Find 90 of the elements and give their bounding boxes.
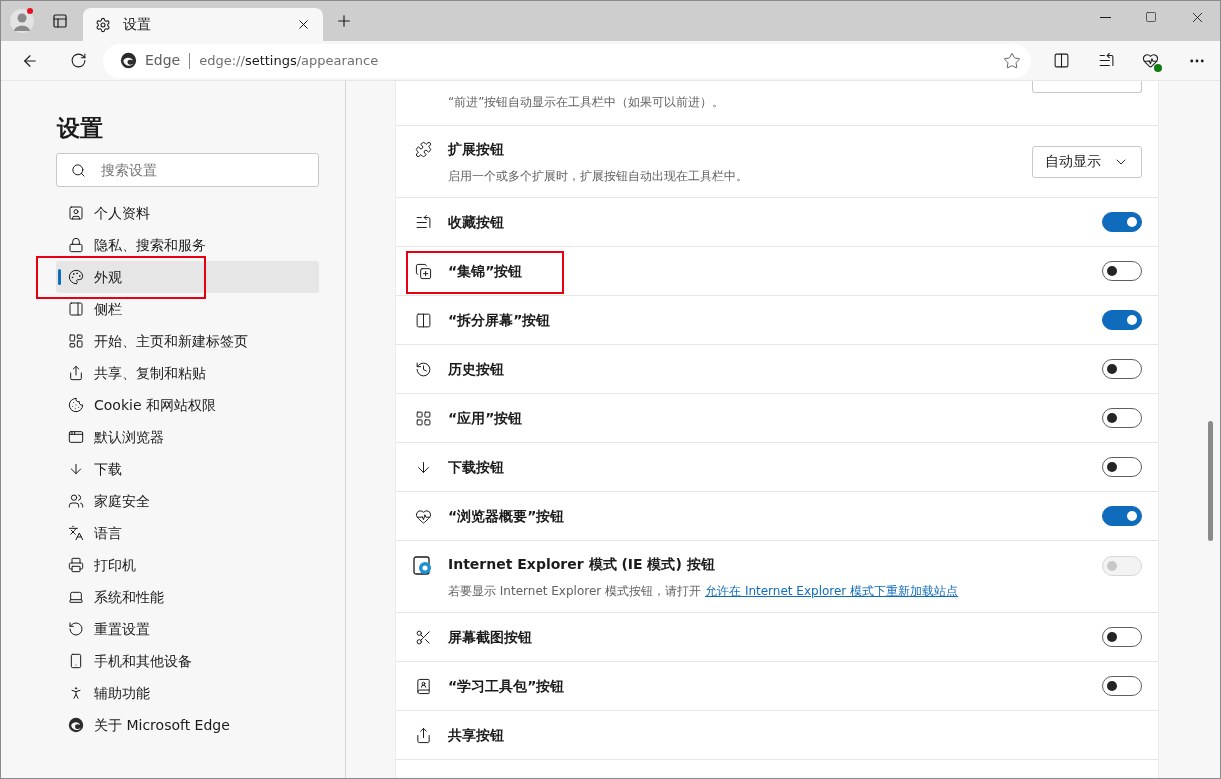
scrollbar-thumb[interactable] <box>1207 421 1213 541</box>
screenshot-icon <box>414 628 432 646</box>
lock-icon <box>68 237 84 253</box>
toggle-switch[interactable] <box>1102 676 1142 696</box>
book-icon <box>414 677 432 695</box>
sidebar-panel-icon <box>68 301 84 317</box>
heart-check-icon[interactable] <box>1142 51 1161 70</box>
split-screen-icon[interactable] <box>1052 52 1070 69</box>
toggle-switch[interactable] <box>1102 627 1142 647</box>
share-icon <box>414 726 432 744</box>
accessibility-icon <box>68 685 84 701</box>
setting-title: “拆分屏幕”按钮 <box>448 310 552 330</box>
browser-logo-icon <box>413 556 433 576</box>
sidebar-item[interactable]: Cookie 和网站权限 <box>56 389 319 421</box>
tab-title: 设置 <box>123 15 152 34</box>
favorite-star-icon[interactable] <box>1003 51 1021 70</box>
toggle-switch[interactable] <box>1102 506 1142 526</box>
sidebar-item[interactable]: 隐私、搜索和服务 <box>56 229 319 261</box>
setting-title: 屏幕截图按钮 <box>448 627 533 647</box>
sidebar-item[interactable]: 重置设置 <box>56 613 319 645</box>
toggle-switch[interactable] <box>1102 212 1142 232</box>
share-icon <box>68 365 84 381</box>
split-screen-icon <box>414 311 432 329</box>
setting-description: 启用一个或多个扩展时，扩展按钮自动出现在工具栏中。 <box>448 167 749 185</box>
reset-icon <box>68 621 84 637</box>
download-icon <box>68 461 84 477</box>
setting-title: “应用”按钮 <box>448 408 524 428</box>
heart-pulse-icon <box>414 507 432 525</box>
phone-icon <box>68 653 84 669</box>
setting-description: “前进”按钮自动显示在工具栏中（如果可以前进）。 <box>448 94 726 111</box>
apps-grid-icon <box>414 409 432 427</box>
sidebar-item[interactable]: 侧栏 <box>56 293 319 325</box>
refresh-icon[interactable] <box>70 52 88 69</box>
cookie-icon <box>68 397 84 413</box>
sidebar-item[interactable]: 个人资料 <box>56 197 319 229</box>
toggle-switch[interactable] <box>1102 261 1142 281</box>
setting-description: 若要显示 Internet Explorer 模式按钮，请打开 允许在 Internet Explorer 模式下重新加载站点 <box>448 582 960 600</box>
sidebar-item[interactable]: 开始、主页和新建标签页 <box>56 325 319 357</box>
site-label: Edge <box>145 51 181 70</box>
sidebar-item[interactable]: 辅助功能 <box>56 677 319 709</box>
sidebar-item[interactable]: 家庭安全 <box>56 485 319 517</box>
setting-title: “浏览器概要”按钮 <box>448 506 566 526</box>
palette-icon <box>68 269 84 285</box>
address-bar[interactable]: Edge edge://settings/appearance <box>103 43 1031 78</box>
browser-tab[interactable]: 设置 <box>83 8 323 41</box>
setting-title: 收藏按钮 <box>448 212 505 232</box>
toggle-switch[interactable] <box>1102 359 1142 379</box>
history-icon <box>414 360 432 378</box>
sidebar-item[interactable]: 系统和性能 <box>56 581 319 613</box>
language-icon <box>68 525 84 541</box>
laptop-icon <box>68 589 84 605</box>
profile-icon <box>68 205 84 221</box>
printer-icon <box>68 557 84 573</box>
search-icon <box>71 163 86 178</box>
toggle-switch[interactable] <box>1102 310 1142 330</box>
collection-plus-icon <box>414 262 432 280</box>
tab-actions-icon[interactable] <box>52 13 68 29</box>
browser-window-icon <box>68 429 84 445</box>
sidebar-item[interactable]: 共享、复制和粘贴 <box>56 357 319 389</box>
puzzle-icon <box>414 141 432 158</box>
url-text: edge://settings/appearance <box>199 51 380 70</box>
sidebar-item[interactable]: 打印机 <box>56 549 319 581</box>
profile-avatar[interactable] <box>10 9 34 33</box>
dashboard-icon <box>68 333 84 349</box>
setting-title: 扩展按钮 <box>448 139 505 159</box>
site-logo-icon <box>120 52 137 69</box>
search-field[interactable]: 搜索设置 <box>56 153 319 187</box>
sidebar-item[interactable]: 外观 <box>56 261 319 293</box>
setting-title: “集锦”按钮 <box>448 261 524 281</box>
sidebar-item[interactable]: 默认浏览器 <box>56 421 319 453</box>
toggle-switch[interactable] <box>1102 457 1142 477</box>
toggle-switch[interactable] <box>1102 408 1142 428</box>
setting-title: 下载按钮 <box>448 457 505 477</box>
swirl-logo-icon <box>68 717 84 733</box>
sidebar-item[interactable]: 手机和其他设备 <box>56 645 319 677</box>
setting-title: 共享按钮 <box>448 725 505 745</box>
sidebar-item[interactable]: 下载 <box>56 453 319 485</box>
close-tab-icon[interactable] <box>296 17 311 32</box>
sidebar-item[interactable]: 关于 Microsoft Edge <box>56 709 319 741</box>
people-icon <box>68 493 84 509</box>
setting-title: “学习工具包”按钮 <box>448 676 566 696</box>
setting-title: Internet Explorer 模式 (IE 模式) 按钮 <box>448 554 716 574</box>
settings-icon <box>95 16 111 33</box>
setting-title: 历史按钮 <box>448 359 505 379</box>
dropdown[interactable]: 自动显示 <box>1032 145 1142 178</box>
new-tab-icon[interactable] <box>335 12 353 30</box>
page-title: 设置 <box>57 114 104 143</box>
maximize-icon <box>1145 11 1157 23</box>
sidebar-item[interactable]: 语言 <box>56 517 319 549</box>
minimize-icon <box>1099 16 1111 18</box>
